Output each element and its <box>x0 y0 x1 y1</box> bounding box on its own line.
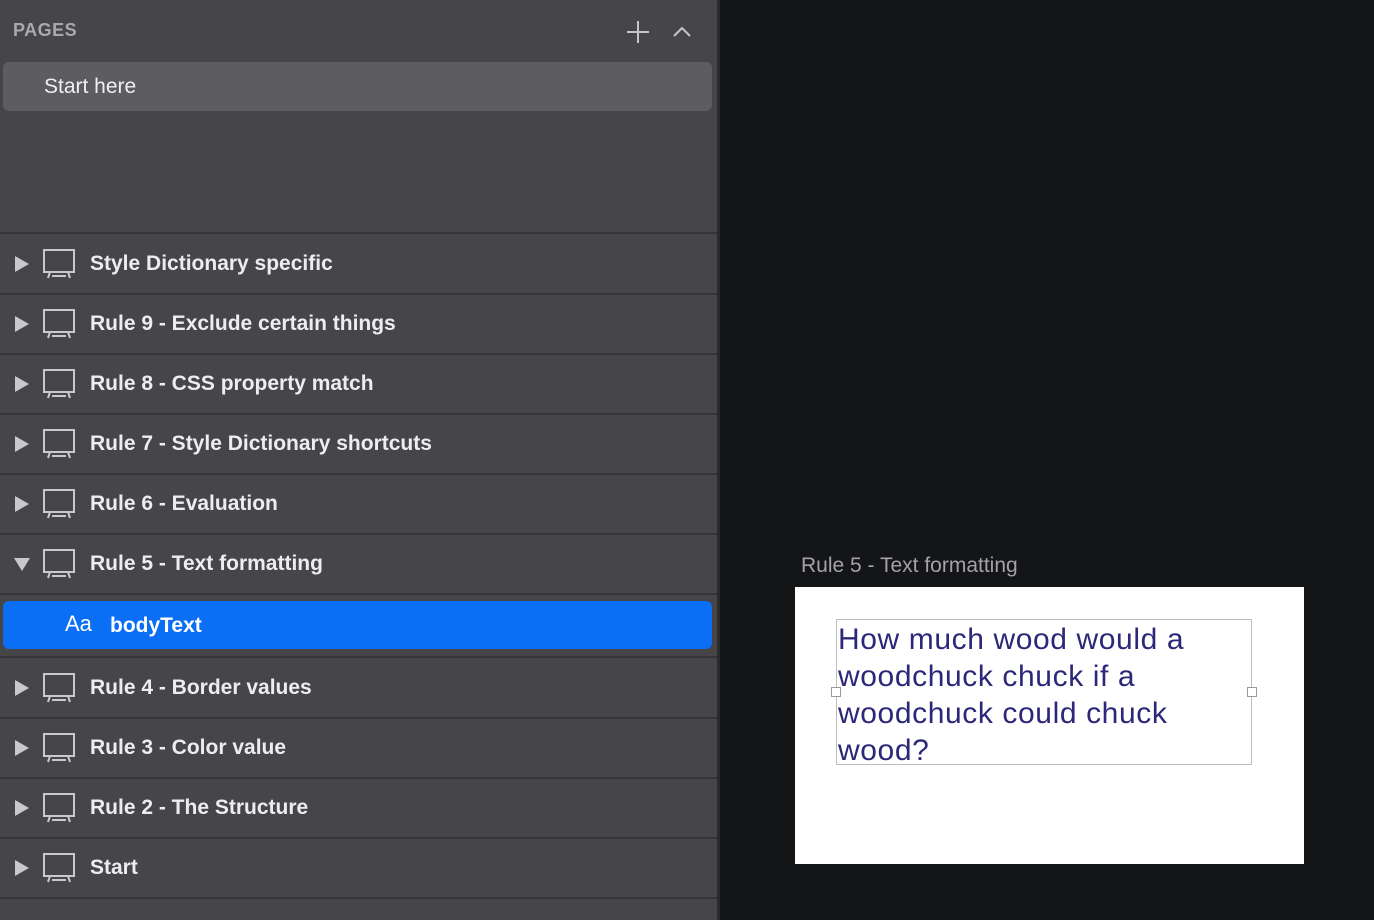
disclosure-right-icon[interactable] <box>13 799 31 817</box>
pages-header: PAGES <box>0 0 717 60</box>
chevron-up-icon <box>673 26 691 37</box>
disclosure-right-icon[interactable] <box>13 255 31 273</box>
disclosure-right-icon[interactable] <box>13 315 31 333</box>
layer-item-label: Rule 7 - Style Dictionary shortcuts <box>90 432 432 455</box>
layer-item-label: Rule 8 - CSS property match <box>90 372 374 395</box>
text-layer-content[interactable]: How much wood would a woodchuck chuck if… <box>837 620 1254 769</box>
layer-item-bodytext[interactable]: Aa bodyText <box>3 601 712 649</box>
disclosure-right-icon[interactable] <box>13 375 31 393</box>
layer-item-rule-8-css-property-match[interactable]: Rule 8 - CSS property match <box>0 355 717 415</box>
pages-title: PAGES <box>13 20 78 40</box>
layer-item-label: Rule 6 - Evaluation <box>90 492 278 515</box>
pages-divider <box>0 232 717 234</box>
layer-item-rule-5-text-formatting[interactable]: Rule 5 - Text formatting <box>0 535 717 595</box>
disclosure-right-icon[interactable] <box>13 679 31 697</box>
artboard-icon <box>42 548 76 580</box>
page-item-label: Start here <box>44 75 137 98</box>
layer-item-rule-2-the-structure[interactable]: Rule 2 - The Structure <box>0 779 717 839</box>
resize-handle-left[interactable] <box>831 687 841 697</box>
layers-sidebar: PAGES Start here Style Dictionary specif… <box>0 0 717 920</box>
artboard-icon <box>42 308 76 340</box>
text-layer-icon: Aa <box>65 611 92 636</box>
page-item-start-here[interactable]: Start here <box>3 62 712 111</box>
layer-item-label: Start <box>90 856 138 879</box>
artboard-icon <box>42 428 76 460</box>
disclosure-right-icon[interactable] <box>13 739 31 757</box>
disclosure-down-icon[interactable] <box>13 555 31 573</box>
artboard-icon <box>42 732 76 764</box>
layer-item-rule-6-evaluation[interactable]: Rule 6 - Evaluation <box>0 475 717 535</box>
layer-item-style-dictionary-specific[interactable]: Style Dictionary specific <box>0 235 717 295</box>
disclosure-right-icon[interactable] <box>13 435 31 453</box>
artboard-icon <box>42 488 76 520</box>
layer-item-label: Rule 9 - Exclude certain things <box>90 312 396 335</box>
layer-item-rule-7-style-dictionary-shortcuts[interactable]: Rule 7 - Style Dictionary shortcuts <box>0 415 717 475</box>
layer-item-label: Rule 5 - Text formatting <box>90 552 323 575</box>
artboard-icon <box>42 852 76 884</box>
layer-item-start[interactable]: Start <box>0 839 717 899</box>
layer-item-label: Rule 4 - Border values <box>90 676 312 699</box>
artboard-icon <box>42 248 76 280</box>
layer-item-label: bodyText <box>110 614 202 637</box>
layer-item-label: Rule 2 - The Structure <box>90 796 309 819</box>
panel-divider[interactable] <box>717 0 720 920</box>
disclosure-right-icon[interactable] <box>13 859 31 877</box>
layer-item-rule-9-exclude-certain-things[interactable]: Rule 9 - Exclude certain things <box>0 295 717 355</box>
collapse-pages-button[interactable] <box>668 18 696 46</box>
add-page-button[interactable] <box>624 18 652 46</box>
artboard-title[interactable]: Rule 5 - Text formatting <box>801 554 1018 578</box>
layer-item-rule-4-border-values[interactable]: Rule 4 - Border values <box>0 659 717 719</box>
plus-icon <box>627 21 649 43</box>
layers-divider <box>0 656 717 658</box>
text-layer-selection[interactable]: How much wood would a woodchuck chuck if… <box>836 619 1252 767</box>
artboard-icon <box>42 368 76 400</box>
resize-handle-right[interactable] <box>1247 687 1257 697</box>
layer-item-label: Style Dictionary specific <box>90 252 333 275</box>
artboard-icon <box>42 792 76 824</box>
layer-item-label: Rule 3 - Color value <box>90 736 287 759</box>
disclosure-right-icon[interactable] <box>13 495 31 513</box>
layer-item-rule-3-color-value[interactable]: Rule 3 - Color value <box>0 719 717 779</box>
artboard-icon <box>42 672 76 704</box>
